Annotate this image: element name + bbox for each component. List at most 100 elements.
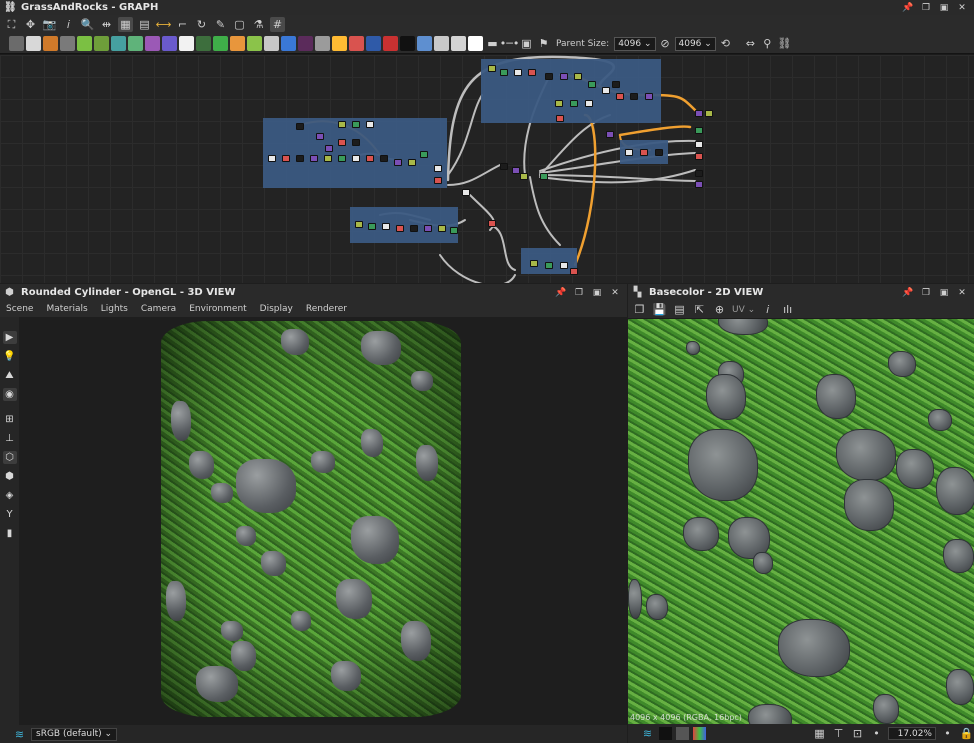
node-tool-button[interactable] [298, 36, 313, 51]
graph-node[interactable] [560, 262, 568, 269]
graph-node[interactable] [462, 189, 470, 196]
stats-icon[interactable]: ▮ [3, 527, 17, 540]
graph-node[interactable] [695, 170, 703, 177]
maximize-icon[interactable]: ▣ [936, 286, 952, 299]
environment-icon[interactable]: ⛰ [3, 369, 17, 382]
view2d-canvas[interactable]: 4096 x 4096 (RGBA, 16bpc) [628, 319, 974, 724]
graph-node[interactable] [574, 73, 582, 80]
channel-rgb-swatch[interactable] [693, 727, 706, 740]
graph-node[interactable] [530, 260, 538, 267]
pan-icon[interactable]: ✥ [23, 17, 38, 32]
graph-node[interactable] [352, 139, 360, 146]
layers-icon[interactable]: ◈ [3, 489, 17, 502]
restore-icon[interactable]: ❐ [571, 286, 587, 299]
layout-grid-icon[interactable]: ⊞ [3, 413, 17, 426]
graph-node[interactable] [366, 121, 374, 128]
node-tool-button[interactable] [451, 36, 466, 51]
graph-node[interactable] [705, 110, 713, 117]
node-tool-button[interactable] [60, 36, 75, 51]
node-tool-button[interactable] [94, 36, 109, 51]
person-icon[interactable]: ⚲ [760, 36, 775, 51]
graph-node[interactable] [695, 141, 703, 148]
graph-node[interactable] [570, 268, 578, 275]
graph-node[interactable] [368, 223, 376, 230]
restore-icon[interactable]: ❐ [918, 286, 934, 299]
flask-icon[interactable]: ⚗ [251, 17, 266, 32]
node-tool-button[interactable] [230, 36, 245, 51]
graph-node[interactable] [296, 123, 304, 130]
maximize-icon[interactable]: ▣ [936, 1, 952, 14]
layers-stack-icon[interactable]: ≋ [640, 726, 655, 741]
channel-gray-swatch[interactable] [676, 727, 689, 740]
graph-node[interactable] [545, 73, 553, 80]
uv-select[interactable]: UV ⌄ [732, 305, 755, 315]
graph-node[interactable] [408, 159, 416, 166]
zoom-slider-icon[interactable]: • [869, 726, 884, 741]
close-icon[interactable]: ✕ [954, 1, 970, 14]
graph-node[interactable] [282, 155, 290, 162]
graph-node[interactable] [325, 145, 333, 152]
graph-node[interactable] [640, 149, 648, 156]
graph-node[interactable] [556, 115, 564, 122]
tile-icon[interactable]: ⊤ [831, 726, 846, 741]
hierarchy-icon[interactable]: ⛓ [777, 36, 792, 51]
graph-canvas[interactable] [0, 55, 974, 283]
graph-node[interactable] [382, 223, 390, 230]
target-icon[interactable]: ⊕ [712, 302, 727, 317]
graph-node[interactable] [514, 69, 522, 76]
graph-node[interactable] [434, 177, 442, 184]
histogram-icon[interactable]: ılı [780, 302, 795, 317]
graph-frame[interactable] [481, 59, 661, 123]
graph-node[interactable] [500, 69, 508, 76]
node-tool-button[interactable] [281, 36, 296, 51]
comment-icon[interactable]: ▬ [485, 36, 500, 51]
graph-node[interactable] [512, 167, 520, 174]
graph-node[interactable] [296, 155, 304, 162]
graph-node[interactable] [585, 100, 593, 107]
graph-node[interactable] [488, 220, 496, 227]
copy-icon[interactable]: ❐ [632, 302, 647, 317]
graph-node[interactable] [366, 155, 374, 162]
node-tool-button[interactable] [196, 36, 211, 51]
close-icon[interactable]: ✕ [607, 286, 623, 299]
graph-node[interactable] [355, 221, 363, 228]
menu-display[interactable]: Display [260, 304, 293, 314]
reset-icon[interactable]: ⟲ [718, 36, 733, 51]
graph-node[interactable] [420, 151, 428, 158]
node-tool-button[interactable] [128, 36, 143, 51]
graph-node[interactable] [324, 155, 332, 162]
camera-icon[interactable]: 📷 [42, 17, 57, 32]
node-tool-button[interactable] [247, 36, 262, 51]
graph-node[interactable] [695, 127, 703, 134]
info-icon[interactable]: 𝑖 [760, 302, 775, 317]
node-tool-button[interactable] [264, 36, 279, 51]
pin-icon[interactable]: 📌 [900, 286, 916, 299]
zoom-field[interactable]: 17.02% [888, 727, 936, 740]
pin-icon[interactable]: 📌 [553, 286, 569, 299]
align-icon[interactable]: ⌐ [175, 17, 190, 32]
node-tool-button[interactable] [468, 36, 483, 51]
graph-node[interactable] [606, 131, 614, 138]
graph-node[interactable] [338, 121, 346, 128]
graph-node[interactable] [500, 163, 508, 170]
node-tool-button[interactable] [9, 36, 24, 51]
info-icon[interactable]: 𝑖 [61, 17, 76, 32]
graph-node[interactable] [380, 155, 388, 162]
graph-node[interactable] [352, 155, 360, 162]
menu-camera[interactable]: Camera [141, 304, 176, 314]
grid-view-icon[interactable]: ▦ [812, 726, 827, 741]
node-tool-button[interactable] [315, 36, 330, 51]
graph-node[interactable] [396, 225, 404, 232]
paste-icon[interactable]: ▤ [672, 302, 687, 317]
menu-environment[interactable]: Environment [189, 304, 246, 314]
graph-node[interactable] [352, 121, 360, 128]
menu-scene[interactable]: Scene [6, 304, 33, 314]
node-tool-button[interactable] [400, 36, 415, 51]
graph-node[interactable] [424, 225, 432, 232]
search-icon[interactable]: 🔍 [80, 17, 95, 32]
graph-node[interactable] [612, 81, 620, 88]
menu-renderer[interactable]: Renderer [306, 304, 347, 314]
layers-stack-icon[interactable]: ≋ [12, 727, 27, 742]
node-tool-button[interactable] [111, 36, 126, 51]
export-icon[interactable]: ⇱ [692, 302, 707, 317]
